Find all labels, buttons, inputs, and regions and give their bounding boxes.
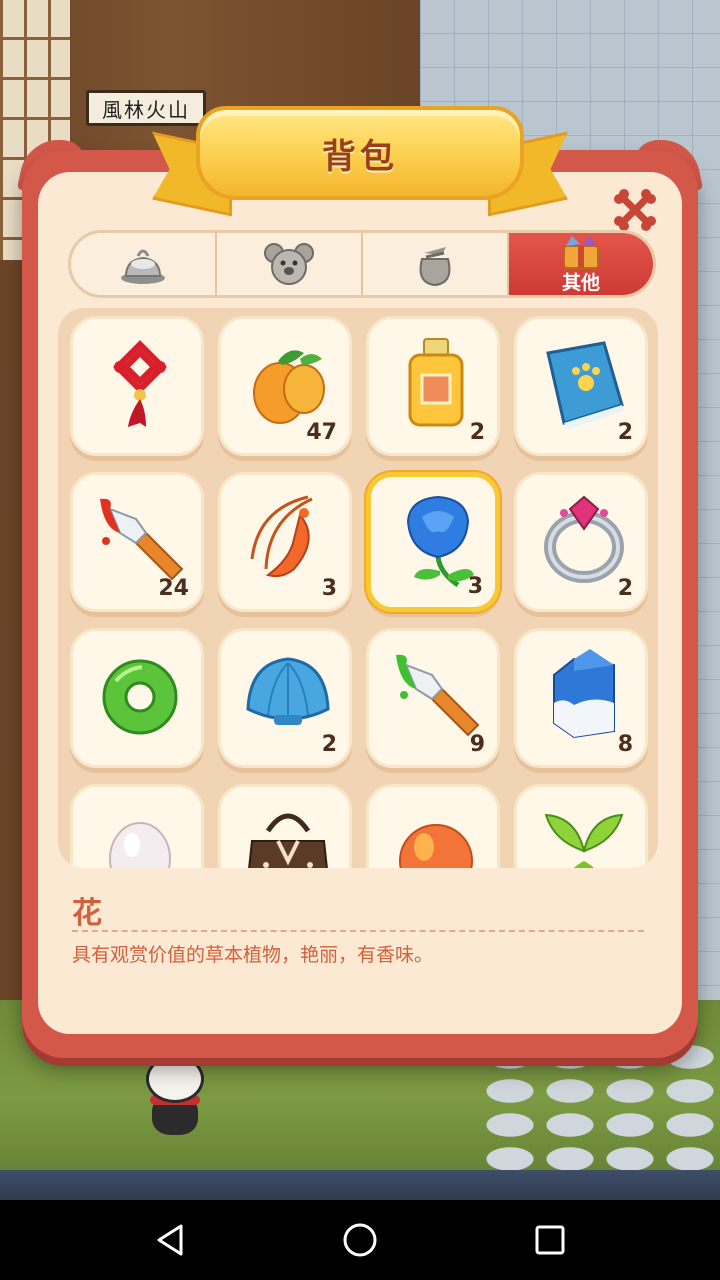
tab-other-label: 其他 <box>561 271 600 294</box>
tab-characters[interactable] <box>217 233 363 295</box>
panel-title: 背包 <box>322 136 398 177</box>
item-slot[interactable] <box>514 784 648 868</box>
tab-other[interactable]: 其他 <box>509 233 653 295</box>
category-tabs: 其他 <box>68 230 656 298</box>
item-slot[interactable] <box>366 784 500 868</box>
item-count: 8 <box>617 732 633 757</box>
item-count: 2 <box>617 576 633 601</box>
system-navigation-bar <box>0 1200 720 1280</box>
item-count: 3 <box>321 576 337 601</box>
item-slot-selected[interactable]: 3 <box>366 472 500 612</box>
home-circle-icon <box>343 1223 377 1257</box>
item-count: 47 <box>306 420 337 445</box>
panda-character <box>140 1055 212 1137</box>
green-ring-icon <box>102 659 178 735</box>
item-slot[interactable] <box>70 316 204 456</box>
mint-leaf-icon <box>544 813 624 868</box>
money-bag-icon <box>419 247 451 287</box>
item-description: 具有观赏价值的草本植物，艳丽，有香味。 <box>72 944 434 966</box>
inventory-grid-area: 47 2 2 24 3 3 2 2 9 8 <box>58 308 658 868</box>
back-triangle-icon <box>157 1224 183 1256</box>
item-count: 2 <box>469 420 485 445</box>
back-button[interactable] <box>150 1220 190 1260</box>
item-slot[interactable]: 24 <box>70 472 204 612</box>
item-slot[interactable] <box>70 784 204 868</box>
item-slot[interactable]: 2 <box>218 628 352 768</box>
green-paintbrush-icon <box>396 654 480 737</box>
mango-icon <box>253 350 325 424</box>
item-name: 花 <box>72 896 102 931</box>
tab-bags[interactable] <box>363 233 509 295</box>
blue-shell-icon <box>246 657 330 725</box>
item-count: 2 <box>321 732 337 757</box>
description-divider <box>72 930 644 932</box>
item-slot[interactable]: 2 <box>514 316 648 456</box>
item-count: 3 <box>467 574 483 599</box>
home-button[interactable] <box>340 1220 380 1260</box>
inventory-grid: 47 2 2 24 3 3 2 2 9 8 <box>70 316 648 868</box>
peach-icon <box>399 824 473 868</box>
item-slot[interactable] <box>218 784 352 868</box>
item-slot[interactable] <box>70 628 204 768</box>
food-plate-icon <box>121 249 165 284</box>
stepping-stones <box>480 1040 720 1180</box>
egg-icon <box>109 822 171 868</box>
crossed-bones-icon <box>614 189 656 231</box>
chinese-knot-icon <box>113 340 167 427</box>
item-slot[interactable]: 47 <box>218 316 352 456</box>
item-slot[interactable]: 9 <box>366 628 500 768</box>
item-slot[interactable]: 2 <box>514 472 648 612</box>
ruby-ring-icon <box>544 495 624 583</box>
tab-food[interactable] <box>71 233 217 295</box>
perfume-bottle-icon <box>408 338 464 427</box>
item-slot[interactable]: 3 <box>218 472 352 612</box>
koala-icon <box>264 243 314 285</box>
shrimp-pendant-icon <box>250 495 313 578</box>
gift-box-icon <box>563 235 599 269</box>
milk-carton-icon <box>553 649 615 739</box>
leather-bag-icon <box>248 813 328 868</box>
item-slot[interactable]: 8 <box>514 628 648 768</box>
item-count: 2 <box>617 420 633 445</box>
close-button[interactable] <box>610 188 660 232</box>
title-ribbon: 背包 <box>196 106 524 200</box>
dojo-sign: 風林火山 <box>86 90 206 126</box>
paw-book-icon <box>546 341 624 429</box>
item-slot[interactable]: 2 <box>366 316 500 456</box>
red-paintbrush-icon <box>100 498 184 581</box>
recents-button[interactable] <box>530 1220 570 1260</box>
item-count: 24 <box>158 576 189 601</box>
recents-square-icon <box>535 1225 565 1255</box>
item-count: 9 <box>469 732 485 757</box>
